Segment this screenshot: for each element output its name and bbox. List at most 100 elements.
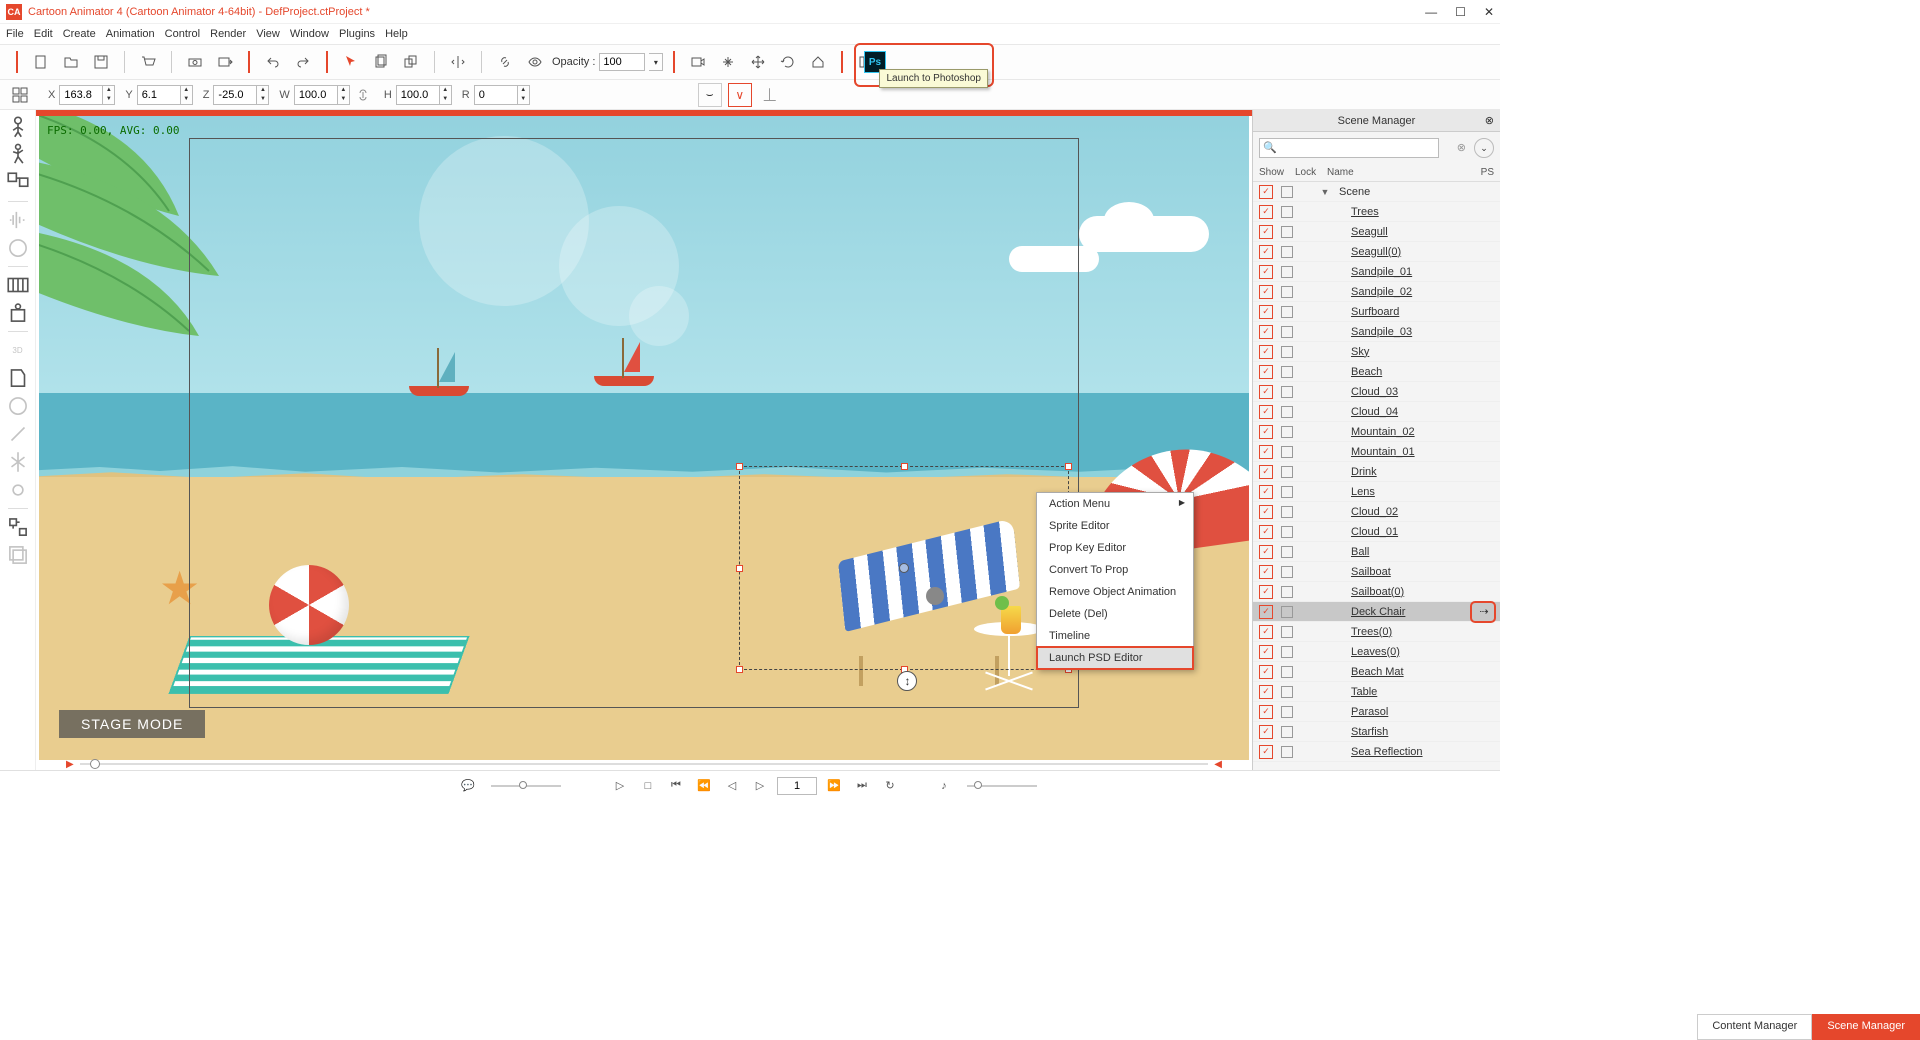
lock-checkbox[interactable] [1281,346,1293,358]
show-checkbox[interactable]: ✓ [1259,585,1273,599]
menu-edit[interactable]: Edit [34,28,53,40]
scene-row[interactable]: ✓ Seagull(0) [1253,242,1500,262]
scene-item-name[interactable]: Drink [1339,466,1474,478]
show-checkbox[interactable]: ✓ [1259,425,1273,439]
step-fwd-button[interactable]: ▷ [749,775,771,797]
camera-button[interactable] [182,49,208,75]
menu-plugins[interactable]: Plugins [339,28,375,40]
group-button[interactable] [398,49,424,75]
undo-button[interactable] [260,49,286,75]
scene-row[interactable]: ✓ Cloud_02 [1253,502,1500,522]
record-tool[interactable] [5,235,31,261]
scene-list[interactable]: ✓ ▼ Scene ✓ Trees ✓ Seagull ✓ Seagull(0)… [1253,182,1500,770]
scene-item-name[interactable]: Cloud_02 [1339,506,1474,518]
context-menu-item[interactable]: Action Menu [1037,493,1193,515]
show-checkbox[interactable]: ✓ [1259,665,1273,679]
scene-row[interactable]: ✓ Sandpile_02 [1253,282,1500,302]
scene-row[interactable]: ✓ Table [1253,682,1500,702]
scene-row[interactable]: ✓ Mountain_01 [1253,442,1500,462]
scene-item-name[interactable]: Seagull(0) [1339,246,1474,258]
lock-checkbox[interactable] [1281,406,1293,418]
lock-checkbox[interactable] [1281,226,1293,238]
y-input[interactable] [137,85,181,105]
opacity-input[interactable] [599,53,645,71]
lock-checkbox[interactable] [1281,686,1293,698]
opacity-dropdown[interactable]: ▾ [649,53,663,71]
scene-row[interactable]: ✓ Lens [1253,482,1500,502]
context-menu-item[interactable]: Prop Key Editor [1037,537,1193,559]
show-checkbox[interactable]: ✓ [1259,385,1273,399]
scene-row[interactable]: ✓ ▼ Scene [1253,182,1500,202]
grid-icon[interactable] [10,85,30,105]
w-spinner[interactable]: ▲▼ [338,85,350,105]
audio-tool[interactable] [5,207,31,233]
context-menu-item[interactable]: Timeline [1037,625,1193,647]
zoom-button[interactable] [715,49,741,75]
lock-checkbox[interactable] [1281,586,1293,598]
home-button[interactable] [805,49,831,75]
maximize-button[interactable]: ☐ [1455,5,1466,19]
context-menu-item[interactable]: Sprite Editor [1037,515,1193,537]
lock-checkbox[interactable] [1281,266,1293,278]
scene-item-name[interactable]: Lens [1339,486,1474,498]
scene-row[interactable]: ✓ Drink [1253,462,1500,482]
scene-row[interactable]: ✓ Surfboard [1253,302,1500,322]
w-input[interactable] [294,85,338,105]
scene-row[interactable]: ✓ Cloud_01 [1253,522,1500,542]
lock-checkbox[interactable] [1281,486,1293,498]
3d-tool[interactable]: 3D [5,337,31,363]
camera-record-button[interactable] [685,49,711,75]
show-checkbox[interactable]: ✓ [1259,185,1273,199]
scene-item-name[interactable]: Trees(0) [1339,626,1474,638]
lock-checkbox[interactable] [1281,706,1293,718]
show-checkbox[interactable]: ✓ [1259,445,1273,459]
resize-handle[interactable] [736,565,743,572]
lock-checkbox[interactable] [1281,666,1293,678]
scene-item-name[interactable]: Cloud_04 [1339,406,1474,418]
x-input[interactable] [59,85,103,105]
scene-item-name[interactable]: Cloud_03 [1339,386,1474,398]
show-checkbox[interactable]: ✓ [1259,505,1273,519]
r-input[interactable] [474,85,518,105]
lock-checkbox[interactable] [1281,246,1293,258]
pose-tool[interactable] [5,142,31,168]
show-checkbox[interactable]: ✓ [1259,525,1273,539]
lock-checkbox[interactable] [1281,446,1293,458]
layers-tool[interactable] [5,542,31,568]
scene-row[interactable]: ✓ Sailboat(0) [1253,582,1500,602]
scene-row[interactable]: ✓ Seagull [1253,222,1500,242]
lock-checkbox[interactable] [1281,626,1293,638]
scene-row[interactable]: ✓ Sandpile_03 [1253,322,1500,342]
context-menu-item[interactable]: Delete (Del) [1037,603,1193,625]
scene-row[interactable]: ✓ Beach Mat [1253,662,1500,682]
scene-item-name[interactable]: Beach Mat [1339,666,1474,678]
r-spinner[interactable]: ▲▼ [518,85,530,105]
context-menu-item[interactable]: Remove Object Animation [1037,581,1193,603]
lock-checkbox[interactable] [1281,546,1293,558]
next-frame-button[interactable]: ⏩ [823,775,845,797]
selection-box[interactable] [739,466,1069,670]
rotate-button[interactable] [775,49,801,75]
clear-search-icon[interactable]: ⊗ [1457,141,1466,154]
rig-tool[interactable] [5,300,31,326]
lock-checkbox[interactable] [1281,606,1293,618]
export-button[interactable] [212,49,238,75]
lock-checkbox[interactable] [1281,746,1293,758]
menu-animation[interactable]: Animation [106,28,155,40]
scene-item-name[interactable]: Mountain_02 [1339,426,1474,438]
lock-checkbox[interactable] [1281,386,1293,398]
keyframe-tool[interactable] [5,272,31,298]
scene-item-name[interactable]: Starfish [1339,726,1474,738]
lock-checkbox[interactable] [1281,566,1293,578]
step-back-button[interactable]: ◁ [721,775,743,797]
range-start-icon[interactable]: ▶ [66,759,74,770]
menu-view[interactable]: View [256,28,280,40]
scene-item-name[interactable]: Seagull [1339,226,1474,238]
stop-button[interactable]: □ [637,775,659,797]
show-checkbox[interactable]: ✓ [1259,285,1273,299]
prev-frame-button[interactable]: ⏪ [693,775,715,797]
scene-row[interactable]: ✓ Leaves(0) [1253,642,1500,662]
loop-button[interactable]: ↻ [879,775,901,797]
close-button[interactable]: ✕ [1484,5,1494,19]
scene-item-name[interactable]: Sandpile_01 [1339,266,1474,278]
